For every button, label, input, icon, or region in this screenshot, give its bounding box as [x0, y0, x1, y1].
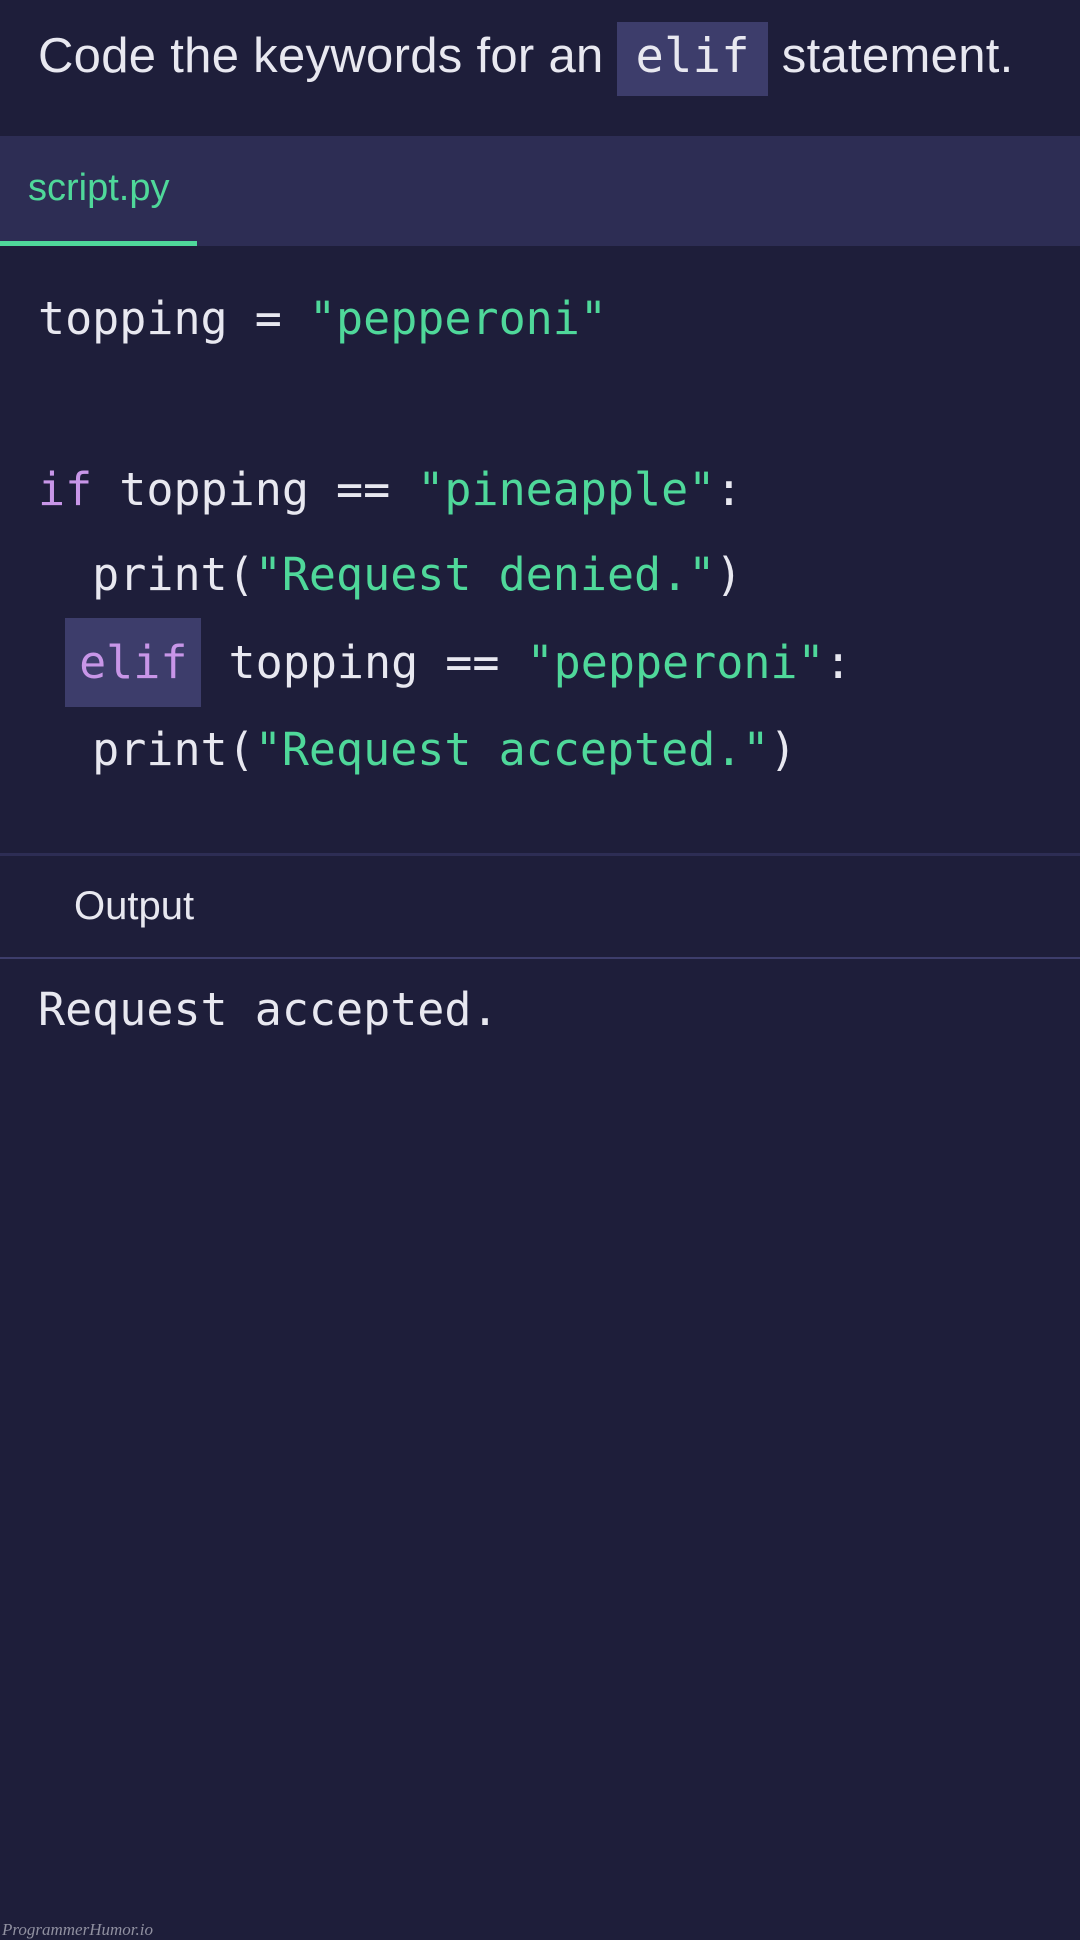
output-header: Output [0, 854, 1080, 959]
code-line-1: topping = "pepperoni" [38, 276, 1042, 362]
code-line-2 [38, 361, 1042, 447]
output-content: Request accepted. [0, 959, 1080, 1659]
output-section: Output Request accepted. [0, 853, 1080, 1659]
prompt-prefix: Code the keywords for an [38, 29, 617, 83]
tab-script[interactable]: script.py [0, 136, 197, 246]
code-line-3: if topping == "pineapple": [38, 447, 1042, 533]
code-line-6: print("Request accepted.") [38, 707, 1042, 793]
editor-section: script.py topping = "pepperoni" if toppi… [0, 136, 1080, 853]
fill-blank-input[interactable]: elif [65, 618, 201, 708]
watermark: ProgrammerHumor.io [2, 1920, 153, 1940]
code-line-5: elif topping == "pepperoni": [38, 618, 1042, 708]
prompt-suffix: statement. [768, 29, 1014, 83]
code-editor[interactable]: topping = "pepperoni" if topping == "pin… [0, 246, 1080, 853]
code-line-4: print("Request denied.") [38, 532, 1042, 618]
prompt-text: Code the keywords for an elif statement. [38, 22, 1042, 96]
prompt-section: Code the keywords for an elif statement. [0, 0, 1080, 136]
prompt-inline-code: elif [617, 22, 767, 96]
tab-bar: script.py [0, 136, 1080, 246]
